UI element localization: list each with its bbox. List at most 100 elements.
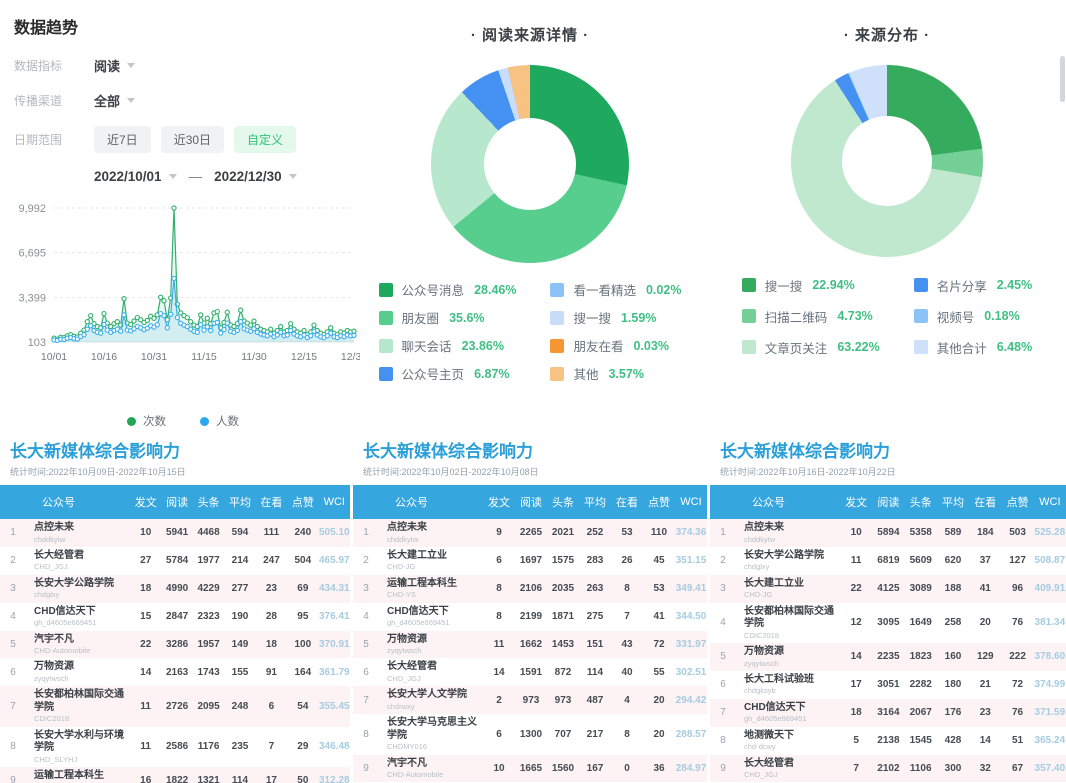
legend-item[interactable]: 公众号主页6.87% bbox=[379, 363, 517, 384]
metric-value: 2586 bbox=[161, 741, 192, 752]
legend-item[interactable]: 看一看精选0.02% bbox=[550, 279, 681, 300]
legend-swatch-icon bbox=[914, 340, 928, 354]
distribution-donut-chart bbox=[791, 65, 983, 257]
metric-value: 4990 bbox=[161, 583, 192, 594]
wci-value: 376.41 bbox=[319, 611, 350, 622]
table-title: 长大新媒体综合影响力 bbox=[10, 437, 350, 462]
legend-label: 其他 bbox=[573, 364, 598, 383]
account-id: zyqytwsch bbox=[34, 674, 130, 683]
start-date-picker[interactable]: 2022/10/01 bbox=[94, 169, 177, 184]
metric-value: 22 bbox=[130, 639, 161, 650]
metric-value: 155 bbox=[224, 667, 255, 678]
legend-item-people[interactable]: 人数 bbox=[200, 413, 239, 429]
legend-swatch-icon bbox=[914, 309, 928, 323]
account-cell: 长安大学人文学院chdrwxy bbox=[379, 689, 483, 711]
legend-item[interactable]: 文章页关注63.22% bbox=[742, 335, 880, 359]
account-name: 万物资源 bbox=[744, 646, 840, 659]
account-name: 长安大学水利与环境学院 bbox=[34, 730, 130, 755]
influence-tables-section: 长大新媒体综合影响力 统计时间:2022年10月09日-2022年10月15日 … bbox=[0, 433, 1066, 783]
metric-value: 1545 bbox=[905, 735, 937, 746]
legend-item-counts[interactable]: 次数 bbox=[127, 413, 166, 429]
metric-value: 43 bbox=[611, 639, 643, 650]
legend-item[interactable]: 其他3.57% bbox=[550, 363, 681, 384]
metric-value: 1591 bbox=[515, 667, 547, 678]
legend-item[interactable]: 扫描二维码4.73% bbox=[742, 304, 880, 328]
column-header: 平均 bbox=[579, 494, 611, 510]
metric-value: 1300 bbox=[515, 729, 547, 740]
table-row: 4长安都柏林国际交通学院CDIC201812309516492582076381… bbox=[710, 603, 1066, 643]
wci-value: 312.28 bbox=[319, 775, 350, 783]
account-cell: 点控未来chddkytw bbox=[736, 522, 840, 544]
table-row: 4CHD信达天下gh_d4605e66945182199187127574134… bbox=[353, 603, 707, 631]
column-header: 发文 bbox=[483, 494, 515, 510]
column-header: 阅读 bbox=[515, 494, 547, 510]
column-header: 点赞 bbox=[1001, 494, 1033, 510]
filter-row-metric: 数据指标 阅读 bbox=[14, 56, 352, 75]
metric-value: 487 bbox=[579, 695, 611, 706]
metric-value: 11 bbox=[840, 555, 872, 566]
metric-value: 2021 bbox=[547, 527, 579, 538]
metric-value: 72 bbox=[643, 639, 675, 650]
rank-value: 5 bbox=[0, 639, 26, 650]
metric-value: 111 bbox=[256, 527, 287, 538]
metric-value: 2095 bbox=[193, 701, 224, 712]
distribution-title: · 来源分布 · bbox=[708, 24, 1066, 45]
metric-value: 14 bbox=[969, 735, 1001, 746]
filter-row-channel: 传播渠道 全部 bbox=[14, 91, 352, 110]
column-header: 平均 bbox=[224, 494, 255, 510]
chip-last30days[interactable]: 近30日 bbox=[161, 126, 224, 153]
legend-item[interactable]: 朋友在看0.03% bbox=[550, 335, 681, 356]
metric-value: 21 bbox=[969, 679, 1001, 690]
wci-value: 355.45 bbox=[319, 701, 350, 712]
account-name: 长安大学公路学院 bbox=[744, 550, 840, 563]
legend-item[interactable]: 公众号消息28.46% bbox=[379, 279, 517, 300]
metric-value: 504 bbox=[287, 555, 318, 566]
account-id: CHDMY016 bbox=[387, 742, 483, 751]
metric-value: 11 bbox=[130, 701, 161, 712]
distribution-panel: · 来源分布 · 搜一搜22.94% 扫描二维码4.73% 文章页关注63.22% 名… bbox=[708, 0, 1066, 429]
table-row: 1点控未来chddkytw1059414468594111240505.10 bbox=[0, 519, 350, 547]
account-name: 长大经管君 bbox=[387, 661, 483, 674]
channel-dropdown[interactable]: 全部 bbox=[94, 91, 135, 110]
legend-item[interactable]: 搜一搜1.59% bbox=[550, 307, 681, 328]
account-name: 长安都柏林国际交通学院 bbox=[34, 689, 130, 714]
legend-label: 扫描二维码 bbox=[765, 307, 828, 326]
metric-value: 6819 bbox=[872, 555, 904, 566]
end-date-picker[interactable]: 2022/12/30 bbox=[214, 169, 297, 184]
chip-last7days[interactable]: 近7日 bbox=[94, 126, 151, 153]
rank-value: 9 bbox=[710, 763, 736, 774]
wci-value: 374.99 bbox=[1034, 679, 1066, 690]
metric-dropdown[interactable]: 阅读 bbox=[94, 56, 135, 75]
metric-value: 22 bbox=[840, 583, 872, 594]
chip-custom[interactable]: 自定义 bbox=[234, 126, 296, 153]
legend-value: 0.02% bbox=[646, 283, 681, 297]
metric-value: 589 bbox=[937, 527, 969, 538]
metric-value: 95 bbox=[287, 611, 318, 622]
account-id: CHD_JGJ bbox=[744, 770, 840, 779]
metric-value: 277 bbox=[224, 583, 255, 594]
metric-value: 1176 bbox=[193, 741, 224, 752]
table-row: 3长大建工立业CHD-JG22412530891884196409.91 bbox=[710, 575, 1066, 603]
legend-item[interactable]: 朋友圈35.6% bbox=[379, 307, 517, 328]
ranking-table: 公众号发文阅读头条平均在看点赞WCI1点控未来chddkytw105894535… bbox=[710, 485, 1066, 783]
account-name: 长大经管君 bbox=[34, 550, 130, 563]
table-row: 2长大建工立业CHD-JG6169715752832645351.15 bbox=[353, 547, 707, 575]
metric-value: 275 bbox=[579, 611, 611, 622]
legend-item[interactable]: 视频号0.18% bbox=[914, 304, 1032, 328]
metric-value: 0 bbox=[611, 763, 643, 774]
metric-value: 222 bbox=[1001, 651, 1033, 662]
scrollbar[interactable] bbox=[1060, 56, 1065, 102]
legend-item[interactable]: 名片分享2.45% bbox=[914, 273, 1032, 297]
wci-value: 294.42 bbox=[675, 695, 707, 706]
wci-value: 284.97 bbox=[675, 763, 707, 774]
metric-value: 1321 bbox=[193, 775, 224, 783]
svg-text:103: 103 bbox=[28, 337, 46, 349]
legend-item[interactable]: 其他合计6.48% bbox=[914, 335, 1032, 359]
metric-filter-label: 数据指标 bbox=[14, 57, 80, 74]
legend-item[interactable]: 搜一搜22.94% bbox=[742, 273, 880, 297]
legend-item[interactable]: 聊天会话23.86% bbox=[379, 335, 517, 356]
wci-value: 409.91 bbox=[1034, 583, 1066, 594]
column-header: 发文 bbox=[130, 494, 161, 510]
table-subtitle: 统计时间:2022年10月09日-2022年10月15日 bbox=[10, 465, 350, 478]
metric-value: 167 bbox=[579, 763, 611, 774]
